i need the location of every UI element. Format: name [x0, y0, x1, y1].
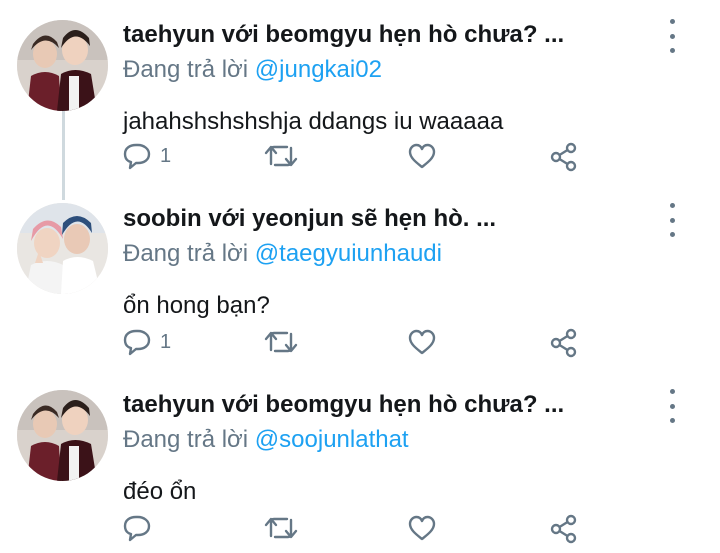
replying-to-line: Đang trả lời @jungkai02 — [123, 53, 382, 87]
replying-prefix: Đang trả lời — [123, 426, 255, 453]
share-button[interactable] — [549, 328, 579, 358]
retweet-icon — [264, 331, 298, 353]
share-icon — [550, 328, 577, 358]
like-icon — [408, 515, 436, 541]
reply-count: 1 — [160, 145, 172, 167]
reply-button[interactable] — [122, 514, 160, 542]
reply-count: 1 — [160, 331, 172, 353]
share-button[interactable] — [549, 514, 579, 544]
action-bar — [0, 514, 720, 550]
replying-handle-link[interactable]: @jungkai02 — [255, 56, 382, 83]
share-icon — [550, 142, 577, 172]
share-button[interactable] — [549, 142, 579, 172]
avatar[interactable] — [17, 390, 108, 481]
replying-to-line: Đang trả lời @soojunlathat — [123, 423, 409, 457]
author-display-name[interactable]: taehyun với beomgyu hẹn hò chưa? ... — [123, 387, 650, 423]
more-options-icon[interactable] — [666, 19, 678, 53]
retweet-icon — [264, 145, 298, 167]
retweet-button[interactable] — [264, 328, 298, 356]
tweet-text: đéo ổn — [123, 478, 197, 505]
retweet-icon — [264, 517, 298, 539]
avatar[interactable] — [17, 203, 108, 294]
more-options-icon[interactable] — [666, 389, 678, 423]
replying-prefix: Đang trả lời — [123, 56, 255, 83]
retweet-button[interactable] — [264, 142, 298, 170]
share-icon — [550, 514, 577, 544]
avatar-photo — [17, 390, 108, 481]
more-options-icon[interactable] — [666, 203, 678, 237]
reply-icon — [123, 515, 151, 542]
tweet-text: ổn hong bạn? — [123, 292, 270, 319]
retweet-button[interactable] — [264, 514, 298, 542]
action-bar: 1 — [0, 328, 720, 364]
avatar-photo — [17, 20, 108, 111]
replying-to-line: Đang trả lời @taegyuiunhaudi — [123, 237, 442, 271]
avatar-photo — [17, 203, 108, 294]
reply-button[interactable]: 1 — [122, 328, 171, 356]
replying-handle-link[interactable]: @taegyuiunhaudi — [255, 240, 442, 267]
author-display-name[interactable]: soobin với yeonjun sẽ hẹn hò. ... — [123, 201, 650, 237]
like-icon — [408, 329, 436, 355]
reply-button[interactable]: 1 — [122, 142, 171, 170]
like-button[interactable] — [407, 142, 437, 170]
replying-prefix: Đang trả lời — [123, 240, 255, 267]
replying-handle-link[interactable]: @soojunlathat — [255, 426, 409, 453]
like-button[interactable] — [407, 328, 437, 356]
author-display-name[interactable]: taehyun với beomgyu hẹn hò chưa? ... — [123, 17, 650, 53]
avatar[interactable] — [17, 20, 108, 111]
like-icon — [408, 143, 436, 169]
reply-icon — [123, 143, 151, 170]
action-bar: 1 — [0, 142, 720, 178]
like-button[interactable] — [407, 514, 437, 542]
reply-icon — [123, 329, 151, 356]
tweet-text: jahahshshshshja ddangs iu waaaaa — [123, 108, 504, 135]
